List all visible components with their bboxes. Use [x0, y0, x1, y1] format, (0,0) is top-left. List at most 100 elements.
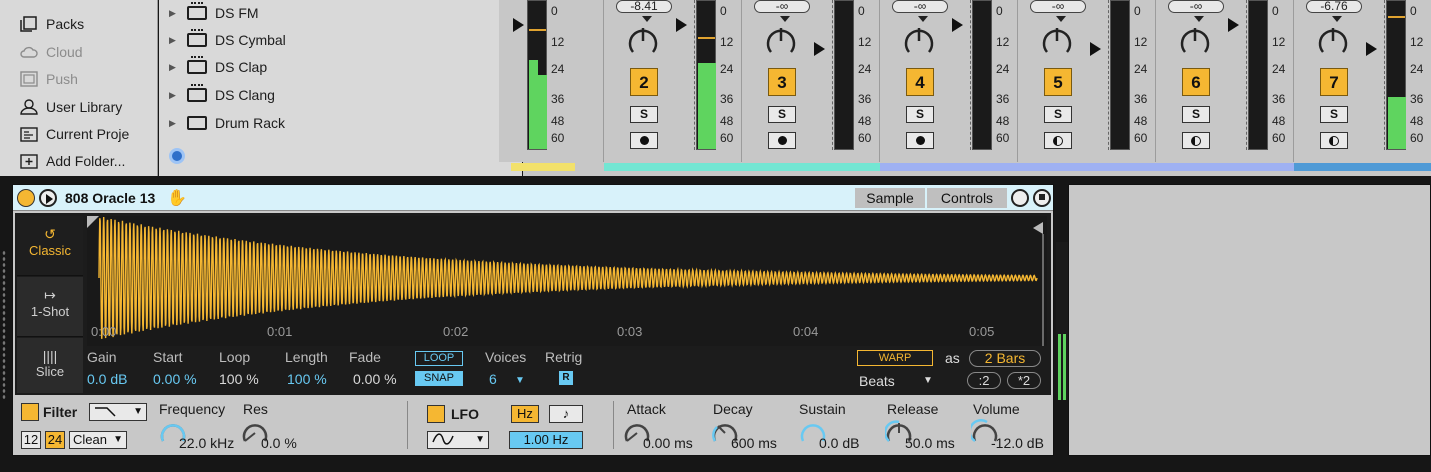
- track-activator-button[interactable]: 5: [1044, 68, 1072, 96]
- start-value[interactable]: 0.00 %: [153, 371, 197, 387]
- solo-button[interactable]: S: [768, 106, 796, 123]
- track-volume-field[interactable]: -∞: [892, 0, 948, 13]
- arm-button[interactable]: [768, 132, 796, 149]
- filter-type-select[interactable]: ▼: [89, 403, 147, 421]
- lfo-sync-button[interactable]: ♪: [549, 405, 583, 423]
- track-volume-field[interactable]: -6.76: [1306, 0, 1362, 13]
- arm-button[interactable]: [630, 132, 658, 149]
- level-meter[interactable]: [696, 0, 716, 150]
- lfo-rate-field[interactable]: 1.00 Hz: [509, 431, 583, 449]
- warp-bars-field[interactable]: 2 Bars: [969, 350, 1041, 367]
- level-meter[interactable]: [1248, 0, 1268, 150]
- retrig-toggle[interactable]: R: [559, 371, 573, 385]
- track-activator-button[interactable]: 6: [1182, 68, 1210, 96]
- scale-label: 12: [551, 35, 565, 49]
- hotswap-icon[interactable]: [169, 148, 185, 164]
- track-color-bar: [511, 163, 575, 171]
- half-tempo-button[interactable]: :2: [967, 372, 1001, 389]
- track-activator-button[interactable]: 4: [906, 68, 934, 96]
- hotswap-device-icon[interactable]: [1011, 189, 1029, 207]
- add-folder-button[interactable]: Add Folder...: [20, 148, 125, 174]
- resize-grip[interactable]: [2, 250, 6, 400]
- mode-one-shot[interactable]: ↦ 1-Shot: [17, 277, 83, 337]
- slope-12-button[interactable]: 12: [21, 431, 41, 449]
- meter-scale: 0 12 24 36 48 60: [1410, 0, 1431, 150]
- scale-label: 0: [1410, 4, 1417, 18]
- save-preset-icon[interactable]: [1033, 189, 1051, 207]
- filter-circuit-value: Clean: [73, 432, 107, 447]
- browser-item[interactable]: ▶ DS FM: [169, 0, 259, 26]
- expand-arrow-icon[interactable]: ▶: [169, 62, 187, 73]
- place-current-project[interactable]: Current Proje: [20, 121, 129, 147]
- filter-toggle[interactable]: [21, 403, 39, 421]
- pan-knob[interactable]: [902, 24, 936, 58]
- place-push[interactable]: Push: [20, 66, 78, 92]
- start-marker-icon[interactable]: [87, 216, 99, 228]
- arm-button[interactable]: [1320, 132, 1348, 149]
- volume-pointer-icon: [1332, 16, 1342, 22]
- gain-value[interactable]: 0.0 dB: [87, 371, 127, 387]
- browser-item[interactable]: ▶ DS Clap: [169, 54, 267, 80]
- warp-toggle[interactable]: WARP: [857, 350, 933, 366]
- loop-value[interactable]: 100 %: [219, 371, 259, 387]
- expand-arrow-icon[interactable]: ▶: [169, 90, 187, 101]
- pan-knob[interactable]: [1178, 24, 1212, 58]
- voices-value[interactable]: 6: [489, 371, 497, 387]
- solo-button[interactable]: S: [1320, 106, 1348, 123]
- level-meter[interactable]: [1110, 0, 1130, 150]
- pan-knob[interactable]: [626, 24, 660, 58]
- chevron-down-icon[interactable]: ▼: [923, 375, 933, 386]
- pan-knob[interactable]: [1040, 24, 1074, 58]
- device-power-button[interactable]: [17, 189, 35, 207]
- expand-arrow-icon[interactable]: ▶: [169, 35, 187, 46]
- double-tempo-button[interactable]: *2: [1007, 372, 1041, 389]
- device-chain-empty-area[interactable]: [1068, 184, 1431, 456]
- pan-knob[interactable]: [764, 24, 798, 58]
- voices-dropdown-icon[interactable]: ▼: [515, 375, 525, 386]
- arm-button[interactable]: [1182, 132, 1210, 149]
- loop-toggle[interactable]: LOOP: [415, 351, 463, 366]
- place-packs[interactable]: Packs: [20, 11, 84, 37]
- track-volume-field[interactable]: -∞: [1030, 0, 1086, 13]
- browser-item[interactable]: ▶ DS Clang: [169, 82, 275, 108]
- track-volume-field[interactable]: -∞: [754, 0, 810, 13]
- browser-item[interactable]: ▶ DS Cymbal: [169, 27, 286, 53]
- lfo-shape-select[interactable]: ▼: [427, 431, 489, 449]
- waveform-display[interactable]: 0:00 0:01 0:02 0:03 0:04 0:05: [87, 216, 1047, 346]
- length-value[interactable]: 100 %: [287, 371, 327, 387]
- snap-toggle[interactable]: SNAP: [415, 371, 463, 386]
- lfo-hz-button[interactable]: Hz: [511, 405, 539, 423]
- level-meter[interactable]: [1386, 0, 1406, 150]
- place-cloud[interactable]: Cloud: [20, 39, 83, 65]
- arm-button[interactable]: [906, 132, 934, 149]
- track-activator-button[interactable]: 7: [1320, 68, 1348, 96]
- expand-arrow-icon[interactable]: ▶: [169, 118, 187, 129]
- arm-button[interactable]: [1044, 132, 1072, 149]
- lfo-toggle[interactable]: [427, 405, 445, 423]
- level-meter[interactable]: [972, 0, 992, 150]
- mode-slice[interactable]: |||| Slice: [17, 338, 83, 393]
- track-volume-field[interactable]: -8.41: [616, 0, 672, 13]
- solo-button[interactable]: S: [630, 106, 658, 123]
- track-activator-button[interactable]: 3: [768, 68, 796, 96]
- filter-circuit-select[interactable]: Clean ▼: [69, 431, 127, 449]
- level-meter[interactable]: [834, 0, 854, 150]
- solo-button[interactable]: S: [906, 106, 934, 123]
- slope-24-button[interactable]: 24: [45, 431, 65, 449]
- meter-scale: 0 12 24 36 48 60: [996, 0, 1018, 150]
- solo-button[interactable]: S: [1182, 106, 1210, 123]
- fade-value[interactable]: 0.00 %: [353, 371, 397, 387]
- tab-controls[interactable]: Controls: [927, 188, 1007, 208]
- warp-mode-select[interactable]: Beats: [859, 373, 895, 389]
- pan-knob[interactable]: [1316, 24, 1350, 58]
- track-volume-field[interactable]: -∞: [1168, 0, 1224, 13]
- expand-arrow-icon[interactable]: ▶: [169, 8, 187, 19]
- mode-classic[interactable]: ↺ Classic: [17, 216, 83, 276]
- tab-sample[interactable]: Sample: [855, 188, 925, 208]
- end-marker-icon[interactable]: [1033, 222, 1043, 234]
- place-user-library[interactable]: User Library: [20, 94, 122, 120]
- browser-item[interactable]: ▶ Drum Rack: [169, 110, 285, 136]
- track-activator-button[interactable]: 2: [630, 68, 658, 96]
- solo-button[interactable]: S: [1044, 106, 1072, 123]
- device-play-button[interactable]: [39, 189, 57, 207]
